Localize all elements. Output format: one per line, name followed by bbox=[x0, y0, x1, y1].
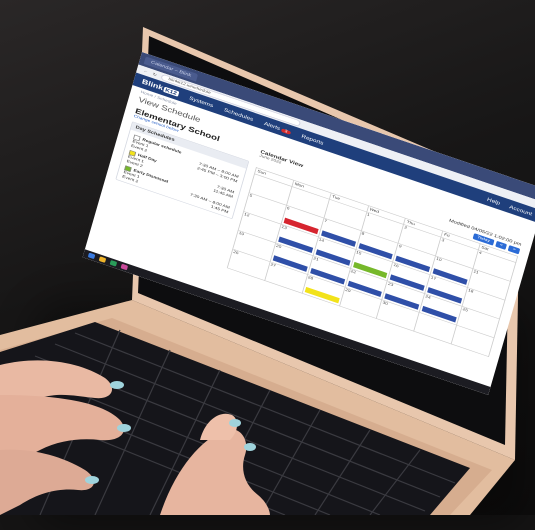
fingernail-icon bbox=[117, 424, 131, 432]
fingernail-icon bbox=[110, 381, 124, 389]
hands bbox=[0, 360, 270, 515]
fingernail-icon bbox=[229, 419, 241, 427]
right-hand bbox=[160, 429, 270, 515]
fingernail-icon bbox=[85, 476, 99, 484]
fingernail-icon bbox=[244, 443, 256, 451]
left-palm bbox=[0, 449, 94, 515]
right-finger bbox=[200, 413, 238, 440]
